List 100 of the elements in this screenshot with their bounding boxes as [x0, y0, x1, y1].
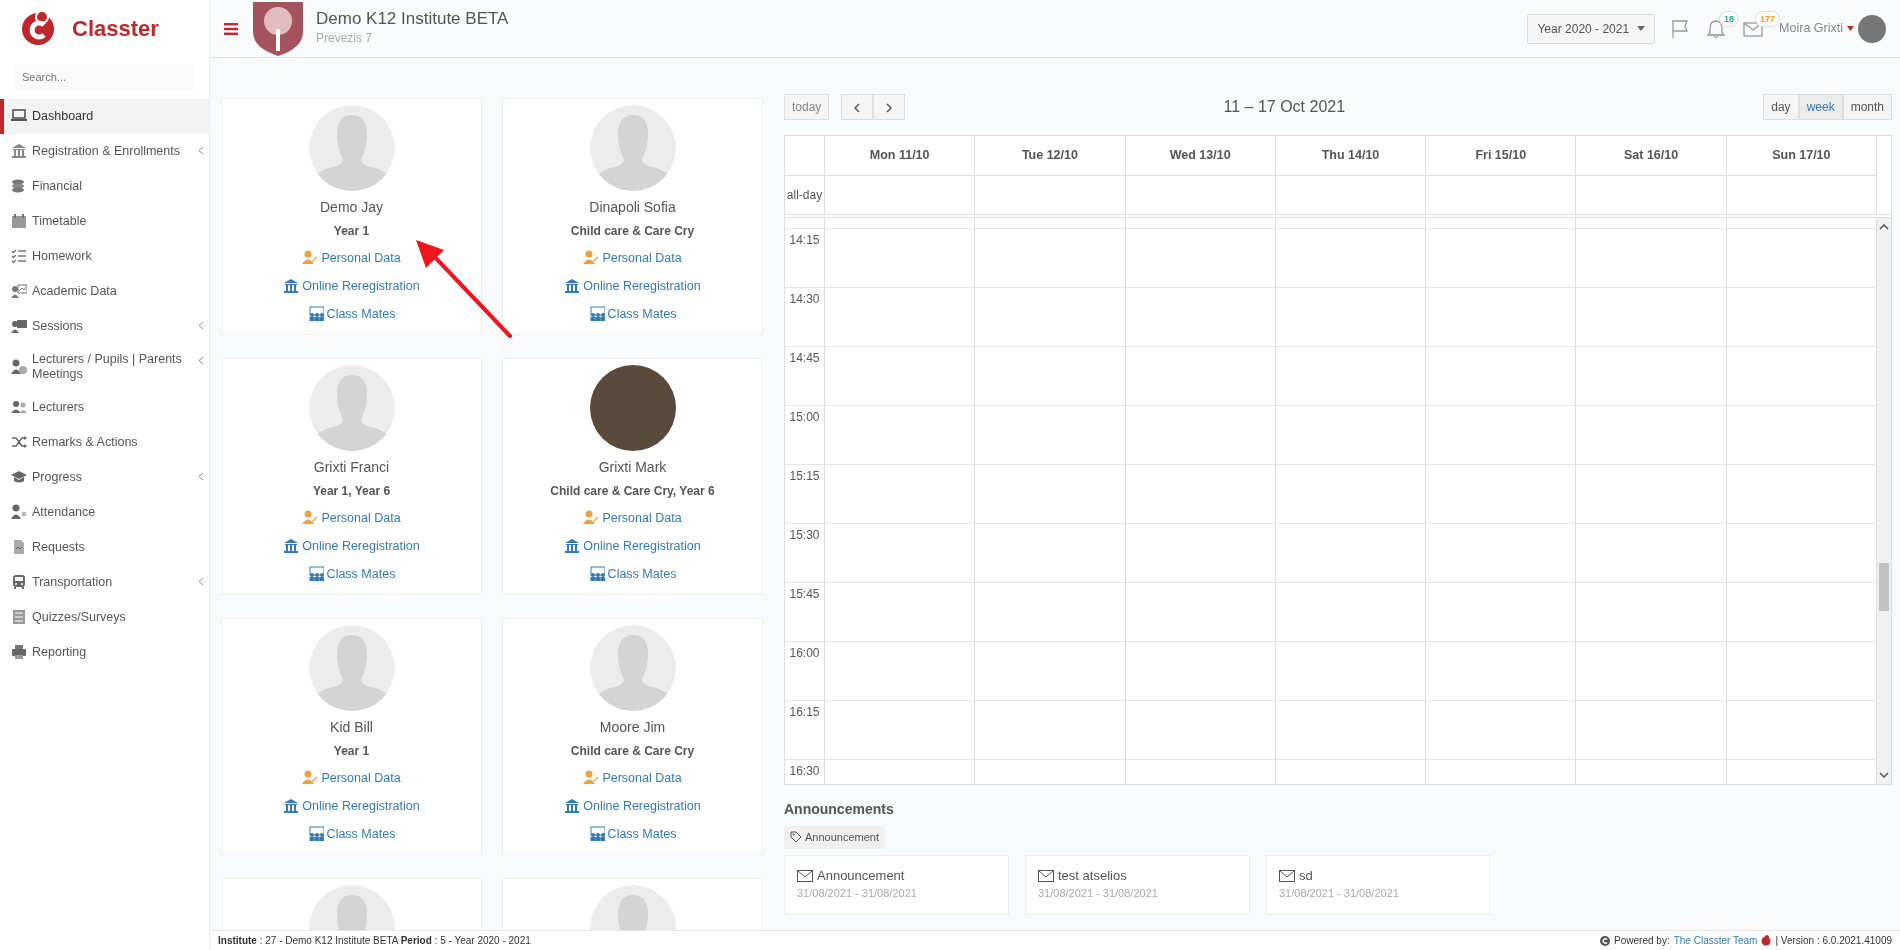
chevron-right-icon	[886, 102, 893, 113]
filter-tag[interactable]: Announcement	[784, 826, 885, 849]
notification-count: 177	[1755, 10, 1781, 27]
all-day-label: all-day	[785, 176, 825, 214]
bank-icon	[283, 538, 300, 555]
student-link[interactable]: Class Mates	[307, 304, 396, 324]
student-link[interactable]: Personal Data	[583, 509, 682, 528]
school-address: Prevezis 7	[316, 29, 374, 47]
presentation-icon	[11, 318, 27, 334]
bus-icon	[11, 574, 27, 590]
sidebar-item[interactable]: Quizzes/Surveys	[0, 599, 209, 635]
classroom-icon	[307, 305, 324, 322]
student-link[interactable]: Personal Data	[583, 249, 682, 268]
student-link[interactable]: Online Reregistration	[283, 536, 420, 556]
chevron-left-icon	[854, 102, 861, 113]
view-tab[interactable]: day	[1763, 94, 1799, 120]
student-class: Year 1	[333, 223, 370, 240]
day-header: Sat 16/10	[1576, 136, 1727, 176]
caret-icon	[1637, 26, 1646, 31]
time-label: 16:30	[789, 764, 820, 778]
next-button[interactable]	[873, 94, 906, 120]
sidebar-item[interactable]: Financial	[0, 168, 209, 204]
today-button[interactable]: today	[784, 94, 830, 120]
student-link[interactable]: Personal Data	[302, 249, 401, 268]
classroom-icon	[588, 565, 605, 582]
scrollbar-thumb[interactable]	[1878, 563, 1889, 611]
scroll-down-icon[interactable]	[1878, 772, 1889, 778]
classroom-icon	[588, 825, 605, 842]
student-link[interactable]: Class Mates	[307, 564, 396, 584]
sidebar-item[interactable]: Dashboard	[0, 98, 209, 134]
student-link[interactable]: Class Mates	[588, 304, 677, 324]
announcement-title: test atselios	[1058, 866, 1127, 885]
student-link[interactable]: Online Reregistration	[564, 796, 701, 816]
bank-icon	[283, 798, 300, 815]
day-header: Wed 13/10	[1125, 136, 1276, 176]
sidebar-item[interactable]: Homework	[0, 238, 209, 274]
sidebar-item[interactable]: Attendance	[0, 494, 209, 530]
sidebar-item[interactable]: Sessions	[0, 308, 209, 344]
menu-icon[interactable]	[224, 22, 238, 35]
sidebar-item[interactable]: Requests	[0, 529, 209, 565]
time-label: 15:15	[789, 469, 820, 483]
day-header: Mon 11/10	[825, 136, 976, 176]
coins-icon	[11, 178, 27, 194]
sidebar-item[interactable]: Lecturers / Pupils | Parents Meetings	[0, 343, 209, 390]
student-link[interactable]: Online Reregistration	[283, 276, 420, 296]
document-icon	[11, 539, 27, 555]
user-edit-icon	[583, 770, 600, 787]
student-link[interactable]: Class Mates	[588, 824, 677, 844]
scroll-up-icon[interactable]	[1878, 224, 1889, 230]
sidebar-item[interactable]: Progress	[0, 459, 209, 495]
year-dropdown[interactable]: Year 2020 - 2021	[1527, 13, 1656, 44]
day-header: Sun 17/10	[1726, 136, 1877, 176]
sidebar-item[interactable]: Timetable	[0, 203, 209, 239]
student-link[interactable]: Online Reregistration	[283, 796, 420, 816]
calendar-icon	[11, 213, 27, 229]
sidebar-item[interactable]: Remarks & Actions	[0, 424, 209, 460]
student-link[interactable]: Personal Data	[302, 769, 401, 788]
announcement-dates: 31/08/2021 - 31/08/2021	[797, 886, 918, 902]
time-label: 15:00	[789, 410, 820, 424]
student-link[interactable]: Personal Data	[302, 509, 401, 528]
student-link[interactable]: Class Mates	[307, 824, 396, 844]
student-link[interactable]: Online Reregistration	[564, 536, 701, 556]
student-link[interactable]: Online Reregistration	[564, 276, 701, 296]
user-x-icon	[11, 504, 27, 520]
powered-by-label: Powered by:	[1614, 934, 1670, 948]
footer-info: Institute : 27 - Demo K12 Institute BETA Period : 5 - Year 2020 - 2021	[218, 934, 531, 948]
envelope-icon	[1279, 869, 1295, 882]
user-edit-icon	[302, 250, 319, 267]
user-avatar[interactable]	[1858, 14, 1886, 43]
bank-icon	[564, 798, 581, 815]
laptop-icon	[11, 108, 27, 124]
previous-button[interactable]	[841, 94, 874, 120]
student-link[interactable]: Class Mates	[588, 564, 677, 584]
view-tab[interactable]: week	[1798, 94, 1843, 120]
student-class: Child care & Care Cry	[570, 743, 695, 760]
envelope-icon	[797, 869, 813, 882]
view-tab[interactable]: month	[1842, 94, 1892, 120]
sidebar-item[interactable]: Academic Data	[0, 273, 209, 309]
student-link[interactable]: Personal Data	[583, 769, 682, 788]
time-label: 15:30	[789, 528, 820, 542]
sidebar-item[interactable]: Lecturers	[0, 389, 209, 425]
sidebar-item[interactable]: Transportation	[0, 564, 209, 600]
time-label: 16:15	[789, 705, 820, 719]
user-menu[interactable]: Moira Grixti	[1779, 14, 1886, 43]
day-header: Fri 15/10	[1426, 136, 1577, 176]
graduation-cap-icon	[11, 469, 27, 485]
brand-name: Classter	[72, 14, 159, 43]
search-field[interactable]: Search...	[14, 64, 194, 91]
student-name: Kid Bill	[330, 718, 373, 737]
classter-logo-icon	[1761, 935, 1772, 946]
student-name: Grixti Franci	[313, 458, 390, 477]
team-link[interactable]: The Classter Team	[1673, 933, 1758, 948]
bank-icon	[283, 278, 300, 295]
bank-icon	[564, 278, 581, 295]
student-name: Demo Jay	[320, 198, 383, 217]
classroom-icon	[307, 825, 324, 842]
user-edit-icon	[583, 510, 600, 527]
sidebar-item[interactable]: Registration & Enrollments	[0, 133, 209, 169]
sidebar-item[interactable]: Reporting	[0, 634, 209, 670]
user-clock-icon	[11, 358, 27, 375]
